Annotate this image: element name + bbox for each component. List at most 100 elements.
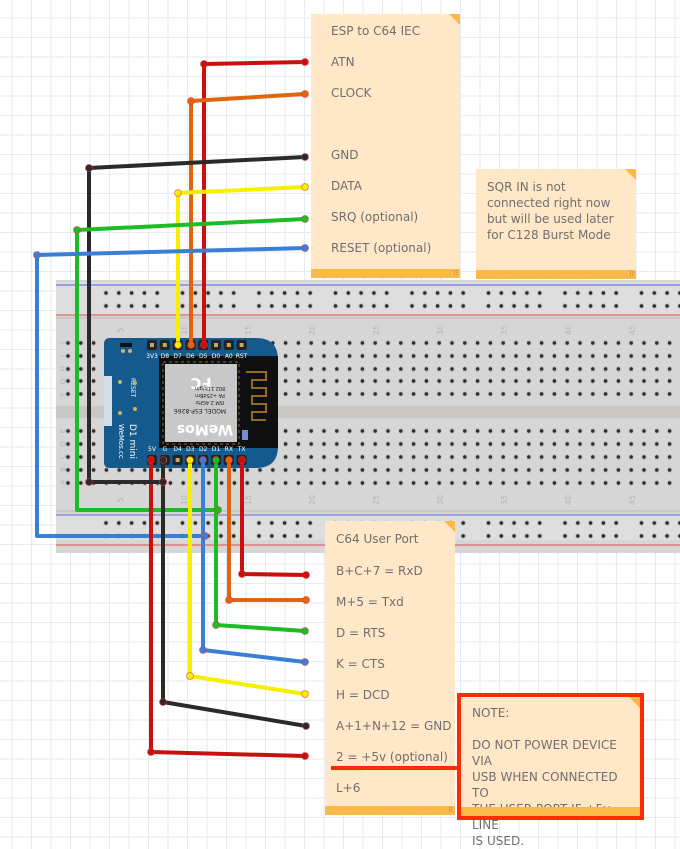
wire-endpoint[interactable] [159, 698, 167, 706]
note-fold-corner [449, 14, 460, 25]
row-letter: B [59, 467, 67, 472]
pin-label: D2 [199, 446, 208, 453]
wire-endpoint[interactable] [73, 226, 81, 234]
userport-label-rts: D = RTS [336, 626, 386, 640]
wire-endpoint[interactable] [301, 627, 309, 635]
row-letter: C [59, 454, 67, 459]
wire-endpoint[interactable] [301, 90, 309, 98]
wire-endpoint[interactable] [174, 189, 182, 197]
row-letter: F [59, 392, 67, 396]
userport-label-dcd: H = DCD [336, 688, 390, 702]
wire-endpoint[interactable] [301, 58, 309, 66]
userport-label-gnd: A+1+N+12 = GND [336, 719, 452, 733]
wire-endpoint[interactable] [200, 60, 208, 68]
wire-endpoint[interactable] [238, 456, 246, 464]
row-letter: E [59, 429, 67, 433]
userport-label-5v: 2 = +5v (optional) [336, 750, 448, 764]
wire-endpoint[interactable] [301, 215, 309, 223]
wire-endpoint[interactable] [238, 570, 246, 578]
wire-endpoint[interactable] [301, 153, 309, 161]
iec-label-data: DATA [331, 179, 362, 193]
wire-endpoint[interactable] [186, 456, 194, 464]
pin-label: RX [225, 446, 233, 453]
row-letter: G [59, 379, 67, 384]
pin-label: D7 [173, 353, 182, 360]
pin-label: TX [237, 446, 246, 453]
wire-endpoint[interactable] [200, 341, 208, 349]
column-number: 15 [244, 325, 253, 335]
wire-endpoint[interactable] [147, 456, 155, 464]
warning-connector-line [331, 766, 460, 770]
column-number: 45 [628, 325, 637, 335]
column-number: 5 [116, 497, 125, 502]
wire-endpoint[interactable] [187, 341, 195, 349]
wire-endpoint[interactable] [85, 478, 93, 486]
note-sqr-info: SQR IN is not connected right now but wi… [476, 169, 636, 279]
wire-endpoint[interactable] [33, 251, 41, 259]
wire-endpoint[interactable] [301, 658, 309, 666]
column-number: 20 [308, 325, 317, 335]
wire-endpoint[interactable] [187, 97, 195, 105]
pin-label: D4 [173, 446, 182, 453]
wire-endpoint[interactable] [201, 532, 209, 540]
row-letter: H [59, 366, 67, 371]
wire-endpoint[interactable] [214, 506, 222, 514]
note-warning: NOTE: DO NOT POWER DEVICE VIA USB WHEN C… [457, 693, 644, 848]
iec-label-atn: ATN [331, 55, 355, 69]
column-number: 25 [372, 495, 381, 505]
note-fold-corner [444, 521, 455, 532]
userport-label-txd: M+5 = Txd [336, 595, 404, 609]
wire-endpoint[interactable] [159, 456, 167, 464]
wire-endpoint[interactable] [301, 752, 309, 760]
wire-endpoint[interactable] [302, 722, 310, 730]
column-number: 40 [564, 495, 573, 505]
wire-endpoint[interactable] [199, 646, 207, 654]
wire-endpoint[interactable] [174, 341, 182, 349]
column-number: 35 [500, 325, 509, 335]
module-spec-text: PA +25dBm [195, 392, 225, 398]
pin-label: D8 [161, 353, 170, 360]
board-name-label: D1 mini [127, 424, 137, 459]
module-spec-text: ISM 2.4GHz [195, 399, 224, 405]
column-number: 35 [500, 495, 509, 505]
module-spec-text: 802.11b/g/n [195, 385, 225, 391]
module-model-text: MODEL ESP-8266 [174, 407, 226, 414]
wire-endpoint[interactable] [212, 621, 220, 629]
pin-label: RST [236, 353, 248, 360]
note-text: SQR IN is not connected right now but wi… [487, 180, 614, 242]
module-brand-logo: WeMos [177, 421, 233, 437]
pin-label: D5 [199, 353, 208, 360]
wire-endpoint[interactable] [302, 571, 310, 579]
wemos-d1-mini-board: FC 802.11b/g/n PA +25dBm ISM 2.4GHz MODE… [104, 338, 278, 468]
pin-label: G [162, 446, 167, 453]
pin-label: A0 [225, 353, 233, 360]
wire-endpoint[interactable] [85, 164, 93, 172]
wire-endpoint[interactable] [301, 244, 309, 252]
iec-label-srq: SRQ (optional) [331, 210, 419, 224]
wire-endpoint[interactable] [199, 456, 207, 464]
pin-label: D1 [212, 446, 221, 453]
wire-endpoint[interactable] [212, 456, 220, 464]
note-footer [311, 269, 460, 278]
wire-endpoint[interactable] [147, 748, 155, 756]
wire-endpoint[interactable] [159, 478, 167, 486]
column-number: 5 [116, 327, 125, 332]
wire-endpoint[interactable] [301, 183, 309, 191]
wire-endpoint[interactable] [302, 596, 310, 604]
reset-label: RESET [129, 378, 136, 398]
wire-endpoint[interactable] [225, 456, 233, 464]
wire-endpoint[interactable] [225, 596, 233, 604]
note-iec-pinout: ESP to C64 IEC ATN CLOCK GND DATA SRQ (o… [311, 14, 460, 278]
column-number: 10 [180, 325, 189, 335]
resize-grip-icon[interactable]: ⁞⁞ [449, 807, 453, 814]
resize-grip-icon[interactable]: ⁞⁞ [630, 271, 634, 278]
wire-endpoint[interactable] [186, 672, 194, 680]
row-letter: I [59, 355, 67, 357]
note-title: C64 User Port [336, 532, 419, 546]
note-footer [325, 806, 455, 815]
wire-endpoint[interactable] [301, 690, 309, 698]
note-title: ESP to C64 IEC [331, 24, 421, 38]
resize-grip-icon[interactable]: ⁞⁞ [454, 270, 458, 277]
iec-label-clock: CLOCK [331, 86, 372, 100]
column-number: 20 [308, 495, 317, 505]
